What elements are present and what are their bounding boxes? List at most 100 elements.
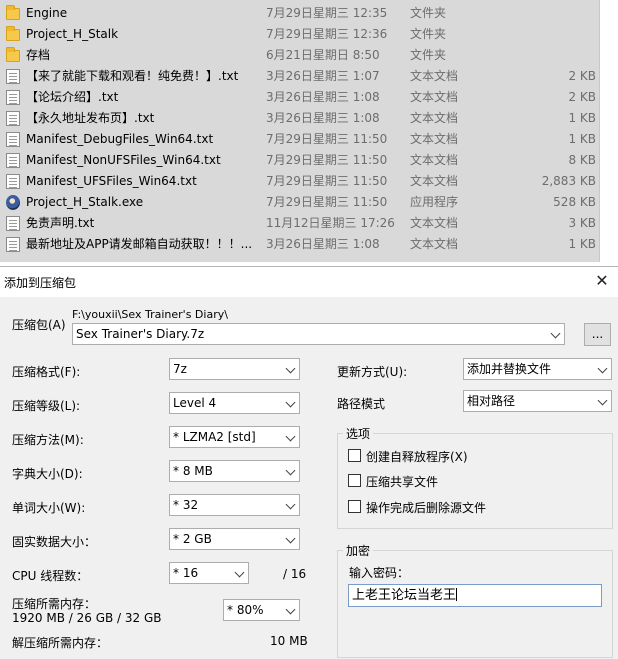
- add-to-archive-dialog: 添加到压缩包 ✕ 压缩包(A) F:\youxii\Sex Trainer's …: [0, 266, 618, 659]
- dict-select[interactable]: * 8 MB: [169, 460, 300, 482]
- file-name: Project_H_Stalk: [26, 27, 119, 41]
- level-value: Level 4: [173, 396, 217, 410]
- text-caret: [456, 588, 458, 601]
- file-date: 3月26日星期三 1:08: [266, 90, 380, 104]
- level-select[interactable]: Level 4: [169, 392, 300, 414]
- file-date: 7月29日星期三 11:50: [266, 195, 388, 209]
- file-row[interactable]: Project_H_Stalk.exe 7月29日星期三 11:50 应用程序 528…: [0, 192, 600, 213]
- delete-after-label: 操作完成后删除源文件: [366, 501, 487, 515]
- file-size: 1 KB: [568, 132, 596, 146]
- file-row[interactable]: Manifest_NonUFSFiles_Win64.txt 7月29日星期三 1…: [0, 150, 600, 171]
- word-value: * 32: [173, 498, 199, 512]
- file-row[interactable]: 最新地址及APP请发邮箱自动获取！！！... 3月26日星期三 1:08 文本文档 1…: [0, 234, 600, 255]
- delete-after-checkbox[interactable]: [348, 500, 361, 513]
- file-size: 2,883 KB: [541, 174, 596, 188]
- file-date: 7月29日星期三 11:50: [266, 174, 388, 188]
- chevron-down-icon: [281, 427, 299, 447]
- file-row[interactable]: Engine 7月29日星期三 12:35 文件夹: [0, 3, 600, 24]
- file-name: 存档: [26, 48, 51, 62]
- sfx-checkbox[interactable]: [348, 449, 361, 462]
- cpu-value: * 16: [173, 566, 199, 580]
- file-type: 文本文档: [410, 174, 459, 188]
- text-file-icon: [6, 69, 20, 84]
- update-select[interactable]: 添加并替换文件: [463, 358, 612, 380]
- cpu-label: CPU 线程数：: [12, 569, 89, 583]
- chevron-down-icon: [281, 461, 299, 481]
- file-row[interactable]: Project_H_Stalk 7月29日星期三 12:36 文件夹: [0, 24, 600, 45]
- file-name: Manifest_DebugFiles_Win64.txt: [26, 132, 214, 146]
- archive-label: 压缩包(A): [12, 318, 66, 332]
- format-label: 压缩格式(F):: [12, 365, 81, 379]
- file-name: 【来了就能下载和观看！纯免费！】.txt: [26, 69, 239, 83]
- options-title: 选项: [343, 425, 374, 442]
- file-type: 文本文档: [410, 69, 459, 83]
- text-file-icon: [6, 153, 20, 168]
- chevron-down-icon: [281, 359, 299, 379]
- chevron-down-icon: [281, 393, 299, 413]
- password-label: 输入密码：: [349, 566, 410, 580]
- browse-button[interactable]: ...: [584, 323, 611, 346]
- format-value: 7z: [173, 362, 187, 376]
- dialog-titlebar: 添加到压缩包 ✕: [0, 267, 618, 297]
- file-name: Project_H_Stalk.exe: [26, 195, 144, 209]
- file-date: 7月29日星期三 12:35: [266, 6, 388, 20]
- text-file-icon: [6, 216, 20, 231]
- archive-name-value: Sex Trainer's Diary.7z: [76, 327, 205, 341]
- file-date: 3月26日星期三 1:08: [266, 237, 380, 251]
- solid-label: 固实数据大小：: [12, 535, 97, 549]
- folder-icon: [6, 5, 20, 20]
- password-input[interactable]: 上老王论坛当老王: [348, 584, 602, 607]
- chevron-down-icon: [281, 495, 299, 515]
- file-date: 11月12日星期三 17:26: [266, 216, 395, 230]
- text-file-icon: [6, 90, 20, 105]
- method-select[interactable]: * LZMA2 [std]: [169, 426, 300, 448]
- file-type: 文件夹: [410, 6, 447, 20]
- shared-files-checkbox[interactable]: [348, 474, 361, 487]
- file-row[interactable]: Manifest_DebugFiles_Win64.txt 7月29日星期三 11…: [0, 129, 600, 150]
- file-size: 2 KB: [568, 69, 596, 83]
- mem-detail: 1920 MB / 26 GB / 32 GB: [12, 611, 162, 625]
- file-name: Manifest_NonUFSFiles_Win64.txt: [26, 153, 221, 167]
- word-label: 单词大小(W):: [12, 501, 86, 515]
- solid-value: * 2 GB: [173, 532, 212, 546]
- file-type: 文件夹: [410, 48, 447, 62]
- text-file-icon: [6, 132, 20, 147]
- mem-value: * 80%: [227, 603, 264, 617]
- app-icon: [6, 195, 20, 210]
- file-name: 最新地址及APP请发邮箱自动获取！！！...: [26, 237, 253, 251]
- archive-name-combo[interactable]: Sex Trainer's Diary.7z: [72, 323, 565, 345]
- chevron-down-icon: [281, 600, 299, 620]
- file-size: 3 KB: [568, 216, 596, 230]
- archive-path: F:\youxii\Sex Trainer's Diary\: [72, 308, 228, 321]
- close-icon[interactable]: ✕: [592, 271, 612, 291]
- path-mode-select[interactable]: 相对路径: [463, 390, 612, 412]
- file-row[interactable]: Manifest_UFSFiles_Win64.txt 7月29日星期三 11:5…: [0, 171, 600, 192]
- file-type: 文本文档: [410, 90, 459, 104]
- file-row[interactable]: 【来了就能下载和观看！纯免费！】.txt 3月26日星期三 1:07 文本文档 2 K…: [0, 66, 600, 87]
- file-name: 【论坛介绍】.txt: [26, 90, 119, 104]
- word-select[interactable]: * 32: [169, 494, 300, 516]
- file-date: 7月29日星期三 11:50: [266, 153, 388, 167]
- file-date: 3月26日星期三 1:07: [266, 69, 380, 83]
- cpu-select[interactable]: * 16: [169, 562, 249, 584]
- dict-value: * 8 MB: [173, 464, 213, 478]
- file-row[interactable]: 存档 6月21日星期日 8:50 文件夹: [0, 45, 600, 66]
- chevron-down-icon: [593, 359, 611, 379]
- mem-select[interactable]: * 80%: [223, 599, 300, 621]
- file-row[interactable]: 免责声明.txt 11月12日星期三 17:26 文本文档 3 KB: [0, 213, 600, 234]
- file-size: 1 KB: [568, 111, 596, 125]
- solid-select[interactable]: * 2 GB: [169, 528, 300, 550]
- file-name: Manifest_UFSFiles_Win64.txt: [26, 174, 197, 188]
- format-select[interactable]: 7z: [169, 358, 300, 380]
- file-list: Engine 7月29日星期三 12:35 文件夹 Project_H_Stalk 7月…: [0, 0, 600, 262]
- file-date: 7月29日星期三 11:50: [266, 132, 388, 146]
- sfx-label: 创建自释放程序(X): [366, 450, 468, 464]
- file-row[interactable]: 【永久地址发布页】.txt 3月26日星期三 1:08 文本文档 1 KB: [0, 108, 600, 129]
- file-row[interactable]: 【论坛介绍】.txt 3月26日星期三 1:08 文本文档 2 KB: [0, 87, 600, 108]
- file-size: 2 KB: [568, 90, 596, 104]
- file-name: 【永久地址发布页】.txt: [26, 111, 155, 125]
- update-value: 添加并替换文件: [467, 362, 552, 376]
- file-date: 7月29日星期三 12:36: [266, 27, 388, 41]
- file-date: 6月21日星期日 8:50: [266, 48, 380, 62]
- file-type: 文件夹: [410, 27, 447, 41]
